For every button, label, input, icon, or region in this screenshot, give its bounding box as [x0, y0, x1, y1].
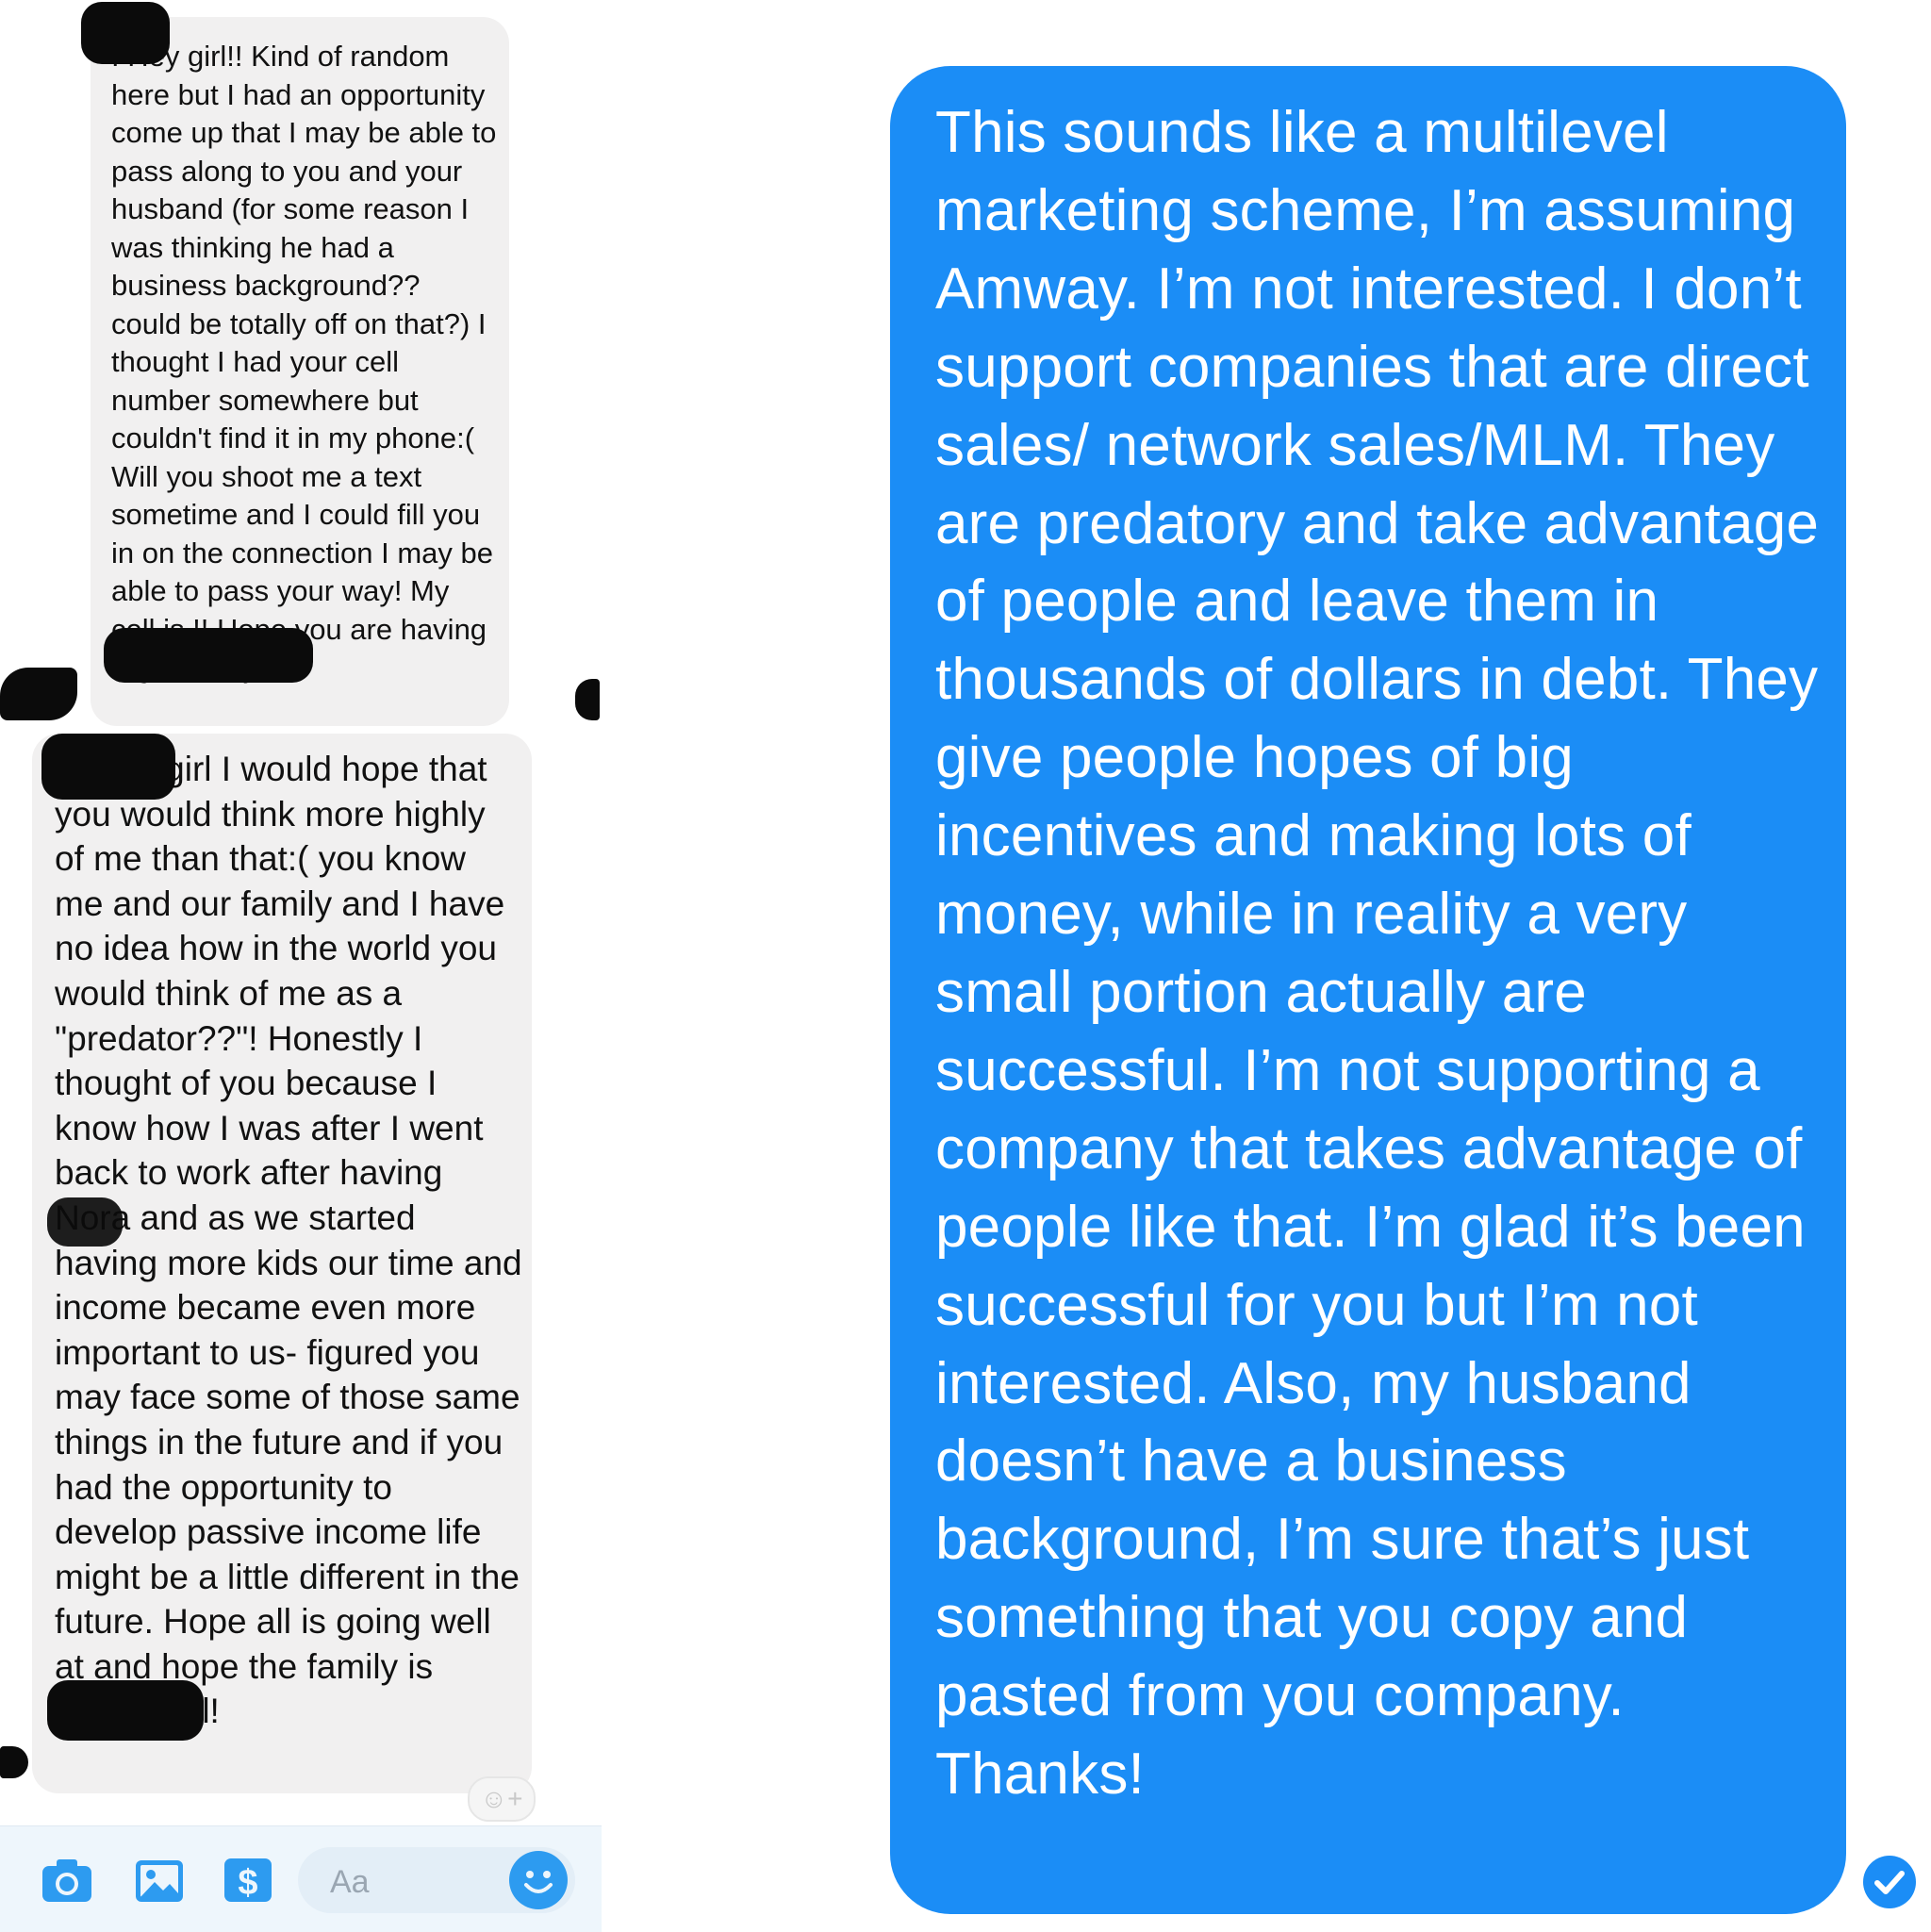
redaction-mark [0, 668, 77, 720]
message-composer: $ Aa [0, 1825, 602, 1932]
seen-check-icon [1861, 1854, 1918, 1910]
received-messages-panel: ! Hey girl!! Kind of random here but I h… [0, 0, 603, 1932]
payment-icon[interactable]: $ [221, 1855, 275, 1906]
photo-icon[interactable] [132, 1855, 187, 1906]
camera-icon[interactable] [40, 1855, 94, 1906]
received-message-bubble[interactable]: ! Hey girl!! Kind of random here but I h… [81, 2, 509, 726]
emoji-icon[interactable] [509, 1851, 568, 1909]
redaction-mark [575, 679, 600, 720]
message-input-placeholder: Aa [330, 1864, 370, 1900]
redaction-mark [104, 628, 313, 683]
message-text: ! Hey girl!! Kind of random here but I h… [111, 40, 497, 684]
received-message-bubble[interactable]: WOW. girl I would hope that you would th… [32, 734, 532, 1793]
message-text: This sounds like a multilevel marketing … [935, 100, 1820, 1808]
redaction-mark [47, 1680, 204, 1741]
add-reaction-icon[interactable]: ☺+ [468, 1776, 536, 1822]
svg-text:$: $ [238, 1863, 257, 1903]
redaction-mark [47, 1197, 123, 1247]
redaction-mark [41, 734, 175, 800]
redaction-mark [0, 1746, 28, 1778]
sent-message-bubble[interactable]: This sounds like a multilevel marketing … [890, 66, 1846, 1914]
message-text: WOW. girl I would hope that you would th… [55, 750, 522, 1730]
redaction-mark [81, 2, 170, 64]
